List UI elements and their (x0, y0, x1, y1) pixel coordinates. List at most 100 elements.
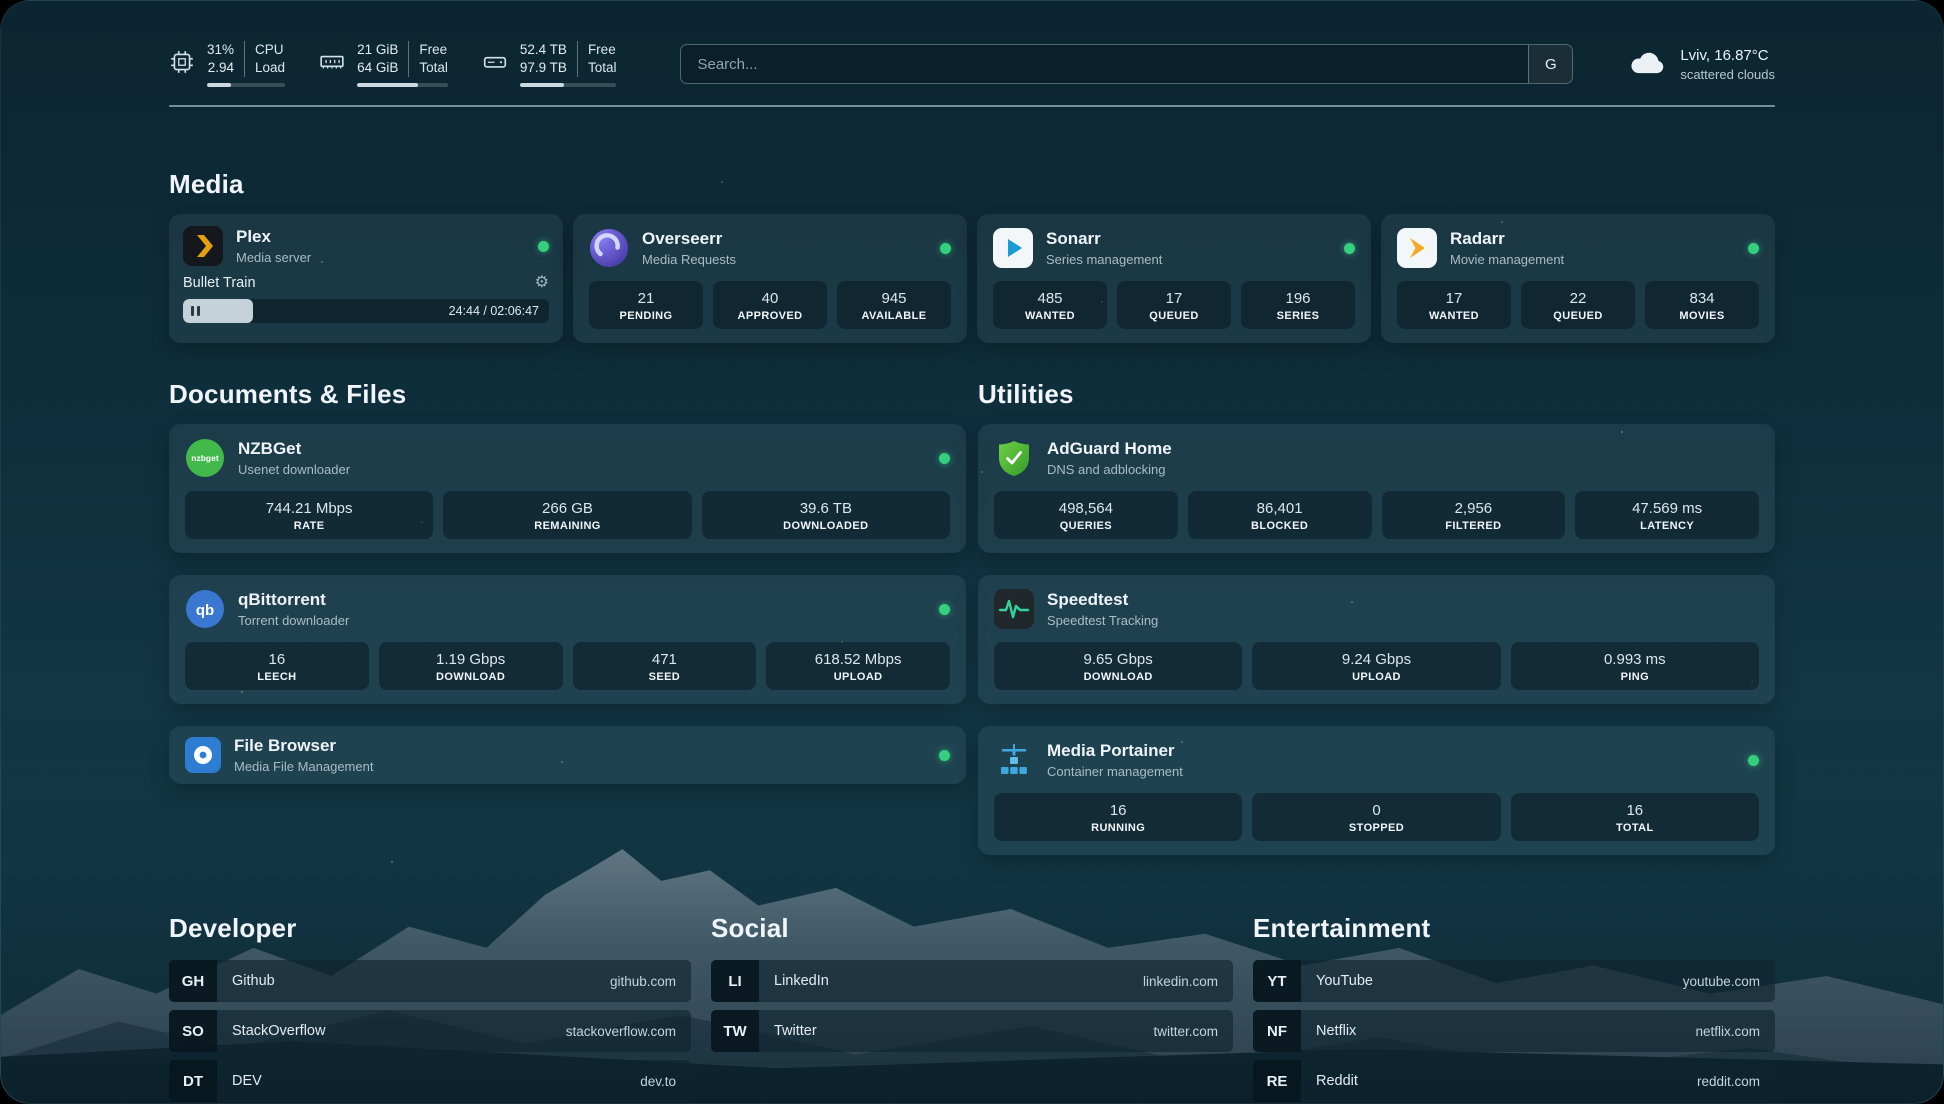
plex-now-playing-title: Bullet Train (183, 275, 256, 291)
cpu-progress-bar (207, 83, 285, 87)
documents-section-title: Documents & Files (169, 379, 966, 410)
stat-label: SEED (579, 671, 751, 683)
bookmark-name: Netflix (1301, 1023, 1356, 1039)
bookmark-linkedin[interactable]: LI LinkedIn linkedin.com (711, 960, 1233, 1002)
stat-label: RATE (191, 520, 427, 532)
utilities-column: Utilities (978, 379, 1775, 855)
stat-value: 21 (595, 289, 697, 308)
qbittorrent-icon: qb (185, 589, 225, 629)
stat-box: 16 LEECH (185, 642, 369, 690)
stat-box: 9.24 Gbps UPLOAD (1252, 642, 1500, 690)
memory-progress-bar (357, 83, 448, 87)
sonarr-subtitle: Series management (1046, 252, 1162, 267)
plex-playback-fill (183, 299, 253, 323)
adguard-icon (994, 438, 1034, 478)
stat-box: 196 SERIES (1241, 281, 1355, 329)
speedtest-card[interactable]: Speedtest Speedtest Tracking 9.65 Gbps D… (978, 575, 1775, 704)
reddit-abbr-icon: RE (1253, 1060, 1301, 1102)
stat-box: 17 QUEUED (1117, 281, 1231, 329)
adguard-card[interactable]: AdGuard Home DNS and adblocking 498,564 … (978, 424, 1775, 553)
sonarr-card[interactable]: Sonarr Series management 485 WANTED 17 Q… (977, 214, 1371, 343)
bookmark-reddit[interactable]: RE Reddit reddit.com (1253, 1060, 1775, 1102)
stat-box: 39.6 TB DOWNLOADED (702, 491, 950, 539)
header-divider (169, 105, 1775, 107)
plex-card[interactable]: Plex Media server Bullet Train ⚙ (169, 214, 563, 343)
pause-icon (191, 306, 194, 316)
stat-box: 47.569 ms LATENCY (1575, 491, 1759, 539)
stat-label: PING (1517, 671, 1753, 683)
overseerr-subtitle: Media Requests (642, 252, 736, 267)
memory-widget: 21 GiB 64 GiB Free Total (319, 41, 448, 87)
stat-value: 16 (191, 650, 363, 669)
bookmark-stackoverflow[interactable]: SO StackOverflow stackoverflow.com (169, 1010, 691, 1052)
search-provider-button[interactable]: G (1528, 45, 1572, 83)
nzbget-icon: nzbget (185, 438, 225, 478)
disk-widget: 52.4 TB 97.9 TB Free Total (482, 41, 617, 87)
utilities-section-title: Utilities (978, 379, 1775, 410)
stat-box: 17 WANTED (1397, 281, 1511, 329)
overseerr-card[interactable]: Overseerr Media Requests 21 PENDING 40 A… (573, 214, 967, 343)
stat-box: 834 MOVIES (1645, 281, 1759, 329)
portainer-card[interactable]: Media Portainer Container management 16 … (978, 726, 1775, 855)
nzbget-subtitle: Usenet downloader (238, 462, 350, 477)
stat-box: 471 SEED (573, 642, 757, 690)
qbittorrent-card[interactable]: qb qBittorrent Torrent downloader 16 LEE… (169, 575, 966, 704)
bookmark-netflix[interactable]: NF Netflix netflix.com (1253, 1010, 1775, 1052)
stat-label: DOWNLOADED (708, 520, 944, 532)
stat-value: 266 GB (449, 499, 685, 518)
bookmark-name: Github (217, 973, 275, 989)
stat-value: 39.6 TB (708, 499, 944, 518)
plex-playback-bar[interactable]: 24:44 / 02:06:47 (183, 299, 549, 323)
entertainment-section-title: Entertainment (1253, 913, 1775, 944)
filebrowser-subtitle: Media File Management (234, 759, 373, 774)
stat-label: QUEUED (1527, 310, 1629, 322)
github-abbr-icon: GH (169, 960, 217, 1002)
filebrowser-card[interactable]: File Browser Media File Management (169, 726, 966, 784)
radarr-subtitle: Movie management (1450, 252, 1564, 267)
cpu-widget: 31% 2.94 CPU Load (169, 41, 285, 87)
bookmark-url: netflix.com (1695, 1024, 1775, 1039)
social-column: Social LI LinkedIn linkedin.com TW Twitt… (711, 913, 1233, 1102)
portainer-name: Media Portainer (1047, 741, 1183, 761)
bookmark-github[interactable]: GH Github github.com (169, 960, 691, 1002)
stat-value: 17 (1403, 289, 1505, 308)
stat-label: DOWNLOAD (1000, 671, 1236, 683)
disk-icon (482, 49, 508, 80)
cloud-icon (1629, 48, 1667, 81)
gear-icon[interactable]: ⚙ (535, 275, 549, 291)
cpu-load-value: 2.94 (208, 59, 234, 77)
entertainment-column: Entertainment YT YouTube youtube.com NF … (1253, 913, 1775, 1102)
stat-box: 618.52 Mbps UPLOAD (766, 642, 950, 690)
stat-box: 21 PENDING (589, 281, 703, 329)
memory-total-value: 64 GiB (357, 59, 398, 77)
social-section-title: Social (711, 913, 1233, 944)
cpu-progress-fill (207, 83, 231, 87)
overseerr-status-dot (940, 243, 951, 254)
bookmark-twitter[interactable]: TW Twitter twitter.com (711, 1010, 1233, 1052)
bookmark-dev[interactable]: DT DEV dev.to (169, 1060, 691, 1102)
stat-label: DOWNLOAD (385, 671, 557, 683)
radarr-card[interactable]: Radarr Movie management 17 WANTED 22 QUE… (1381, 214, 1775, 343)
bookmark-youtube[interactable]: YT YouTube youtube.com (1253, 960, 1775, 1002)
stat-box: 945 AVAILABLE (837, 281, 951, 329)
qbittorrent-name: qBittorrent (238, 590, 349, 610)
bookmark-url: linkedin.com (1143, 974, 1233, 989)
plex-status-dot (538, 241, 549, 252)
plex-playback-time: 24:44 / 02:06:47 (449, 299, 539, 323)
stat-label: BLOCKED (1194, 520, 1366, 532)
disk-free-value: 52.4 TB (520, 41, 567, 59)
speedtest-name: Speedtest (1047, 590, 1158, 610)
bookmark-name: DEV (217, 1073, 262, 1089)
stat-label: UPLOAD (1258, 671, 1494, 683)
search-input[interactable] (681, 45, 1528, 83)
stat-box: 16 RUNNING (994, 793, 1242, 841)
stat-box: 266 GB REMAINING (443, 491, 691, 539)
nzbget-card[interactable]: nzbget NZBGet Usenet downloader 744.21 M… (169, 424, 966, 553)
stat-value: 40 (719, 289, 821, 308)
stat-box: 498,564 QUERIES (994, 491, 1178, 539)
bookmark-name: LinkedIn (759, 973, 829, 989)
nzbget-status-dot (939, 453, 950, 464)
documents-column: Documents & Files nzbget NZBGet Usenet d (169, 379, 966, 855)
stat-value: 9.65 Gbps (1000, 650, 1236, 669)
stackoverflow-abbr-icon: SO (169, 1010, 217, 1052)
